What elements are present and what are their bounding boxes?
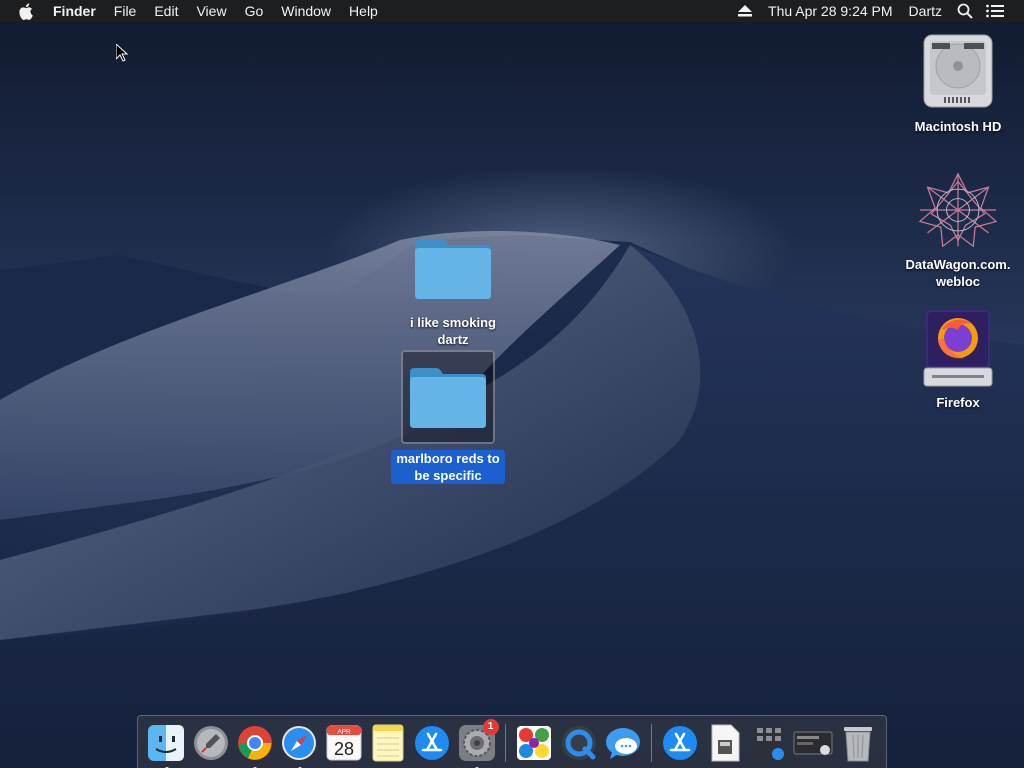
desktop-icon-label: Macintosh HD <box>914 119 1002 134</box>
dock-separator <box>651 724 653 762</box>
desktop-folder-1[interactable]: i like smoking dartz <box>393 228 513 348</box>
messages-icon[interactable] <box>601 721 644 765</box>
folder-icon <box>401 350 495 444</box>
menu-go[interactable]: Go <box>236 0 273 22</box>
desktop-datawagon-webloc[interactable]: DataWagon.com. webloc <box>898 170 1018 290</box>
apple-icon[interactable] <box>18 2 34 20</box>
menu-help[interactable]: Help <box>340 0 387 22</box>
desktop-icon-label: DataWagon.com. webloc <box>905 257 1011 289</box>
svg-text:28: 28 <box>334 739 354 759</box>
launchpad-icon[interactable] <box>189 721 232 765</box>
app-store-downloads-icon[interactable] <box>659 721 702 765</box>
calendar-icon[interactable]: APR 28 <box>322 721 365 765</box>
menu-clock[interactable]: Thu Apr 28 9:24 PM <box>760 0 901 22</box>
desktop-firefox-disk[interactable]: Firefox <box>898 308 1018 411</box>
app-store-icon[interactable] <box>411 721 454 765</box>
documents-icon[interactable] <box>703 721 746 765</box>
safari-icon[interactable] <box>278 721 321 768</box>
chrome-icon[interactable] <box>233 721 276 768</box>
spotlight-search-icon[interactable] <box>956 2 974 20</box>
desktop-icon-label: Firefox <box>936 395 980 410</box>
svg-text:APR: APR <box>337 729 351 736</box>
eject-icon[interactable] <box>736 2 754 20</box>
menu-edit[interactable]: Edit <box>145 0 187 22</box>
folder-label: i like smoking dartz <box>410 315 496 347</box>
trash-icon[interactable] <box>836 721 879 765</box>
folder-icon <box>413 228 493 308</box>
menu-window[interactable]: Window <box>272 0 340 22</box>
applications-folder-icon[interactable] <box>747 721 790 765</box>
screenshots-icon[interactable] <box>792 721 835 765</box>
mouse-cursor-icon <box>115 42 129 67</box>
desktop-folder-2[interactable]: marlboro reds to be specific <box>388 350 508 484</box>
menu-app-finder[interactable]: Finder <box>44 0 105 22</box>
desktop-macintosh-hd[interactable]: Macintosh HD <box>898 32 1018 135</box>
dock: APR 28 1 <box>137 715 887 768</box>
webloc-icon <box>918 170 998 250</box>
notification-center-icon[interactable] <box>986 2 1004 20</box>
menu-bar: Finder File Edit View Go Window Help Thu… <box>0 0 1024 22</box>
hard-drive-icon <box>918 32 998 112</box>
system-preferences-icon[interactable]: 1 <box>455 719 499 768</box>
finder-icon[interactable] <box>145 721 188 768</box>
desktop-wallpaper <box>0 0 1024 768</box>
game-icon[interactable] <box>512 721 555 765</box>
menu-file[interactable]: File <box>105 0 146 22</box>
firefox-disk-icon <box>918 308 998 388</box>
quicktime-icon[interactable] <box>557 721 600 765</box>
notification-badge: 1 <box>482 719 499 735</box>
notes-icon[interactable] <box>366 721 409 765</box>
folder-label: marlboro reds to be specific <box>391 450 505 484</box>
menu-view[interactable]: View <box>187 0 235 22</box>
dock-separator <box>505 724 506 762</box>
menu-user[interactable]: Dartz <box>901 0 950 22</box>
